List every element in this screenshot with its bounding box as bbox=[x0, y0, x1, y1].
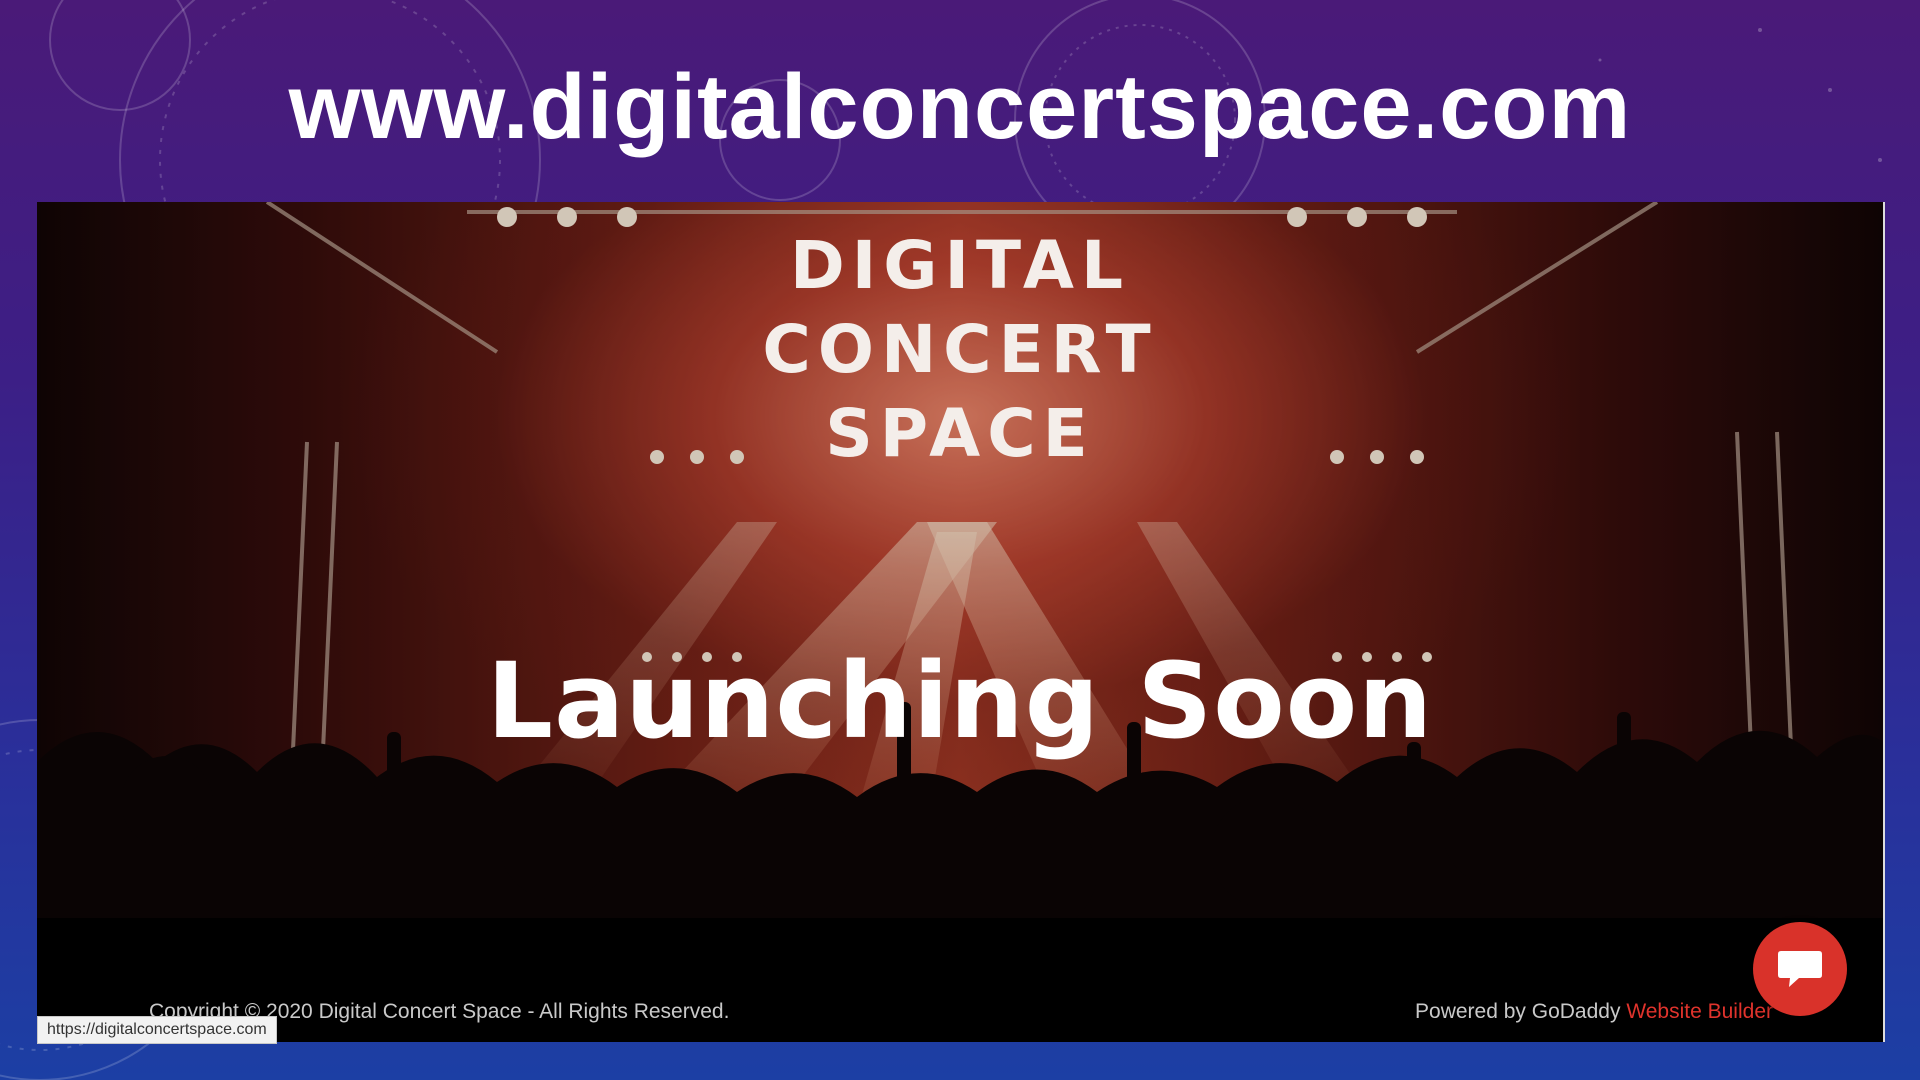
site-logo-line: CONCERT bbox=[762, 311, 1158, 388]
launching-soon-headline: Launching Soon bbox=[486, 640, 1434, 762]
site-logo-line: DIGITAL bbox=[789, 227, 1131, 304]
site-logo[interactable]: DIGITAL CONCERT SPACE bbox=[37, 224, 1883, 476]
chat-bubble-icon bbox=[1778, 951, 1822, 987]
powered-by-prefix: Powered by GoDaddy bbox=[1415, 1000, 1627, 1023]
hero-banner: DIGITAL CONCERT SPACE Launching Soon bbox=[37, 202, 1883, 918]
site-logo-line: SPACE bbox=[825, 395, 1095, 472]
slide-title: www.digitalconcertspace.com bbox=[288, 56, 1632, 158]
powered-by-text: Powered by GoDaddy Website Builder bbox=[1415, 1000, 1773, 1024]
website-screenshot: DIGITAL CONCERT SPACE Launching Soon Cop… bbox=[37, 202, 1885, 1042]
website-builder-link[interactable]: Website Builder bbox=[1626, 1000, 1773, 1023]
status-bar-url: https://digitalconcertspace.com bbox=[37, 1016, 277, 1044]
chat-button[interactable] bbox=[1753, 922, 1847, 1016]
site-footer: Copyright © 2020 Digital Concert Space -… bbox=[37, 918, 1883, 1042]
